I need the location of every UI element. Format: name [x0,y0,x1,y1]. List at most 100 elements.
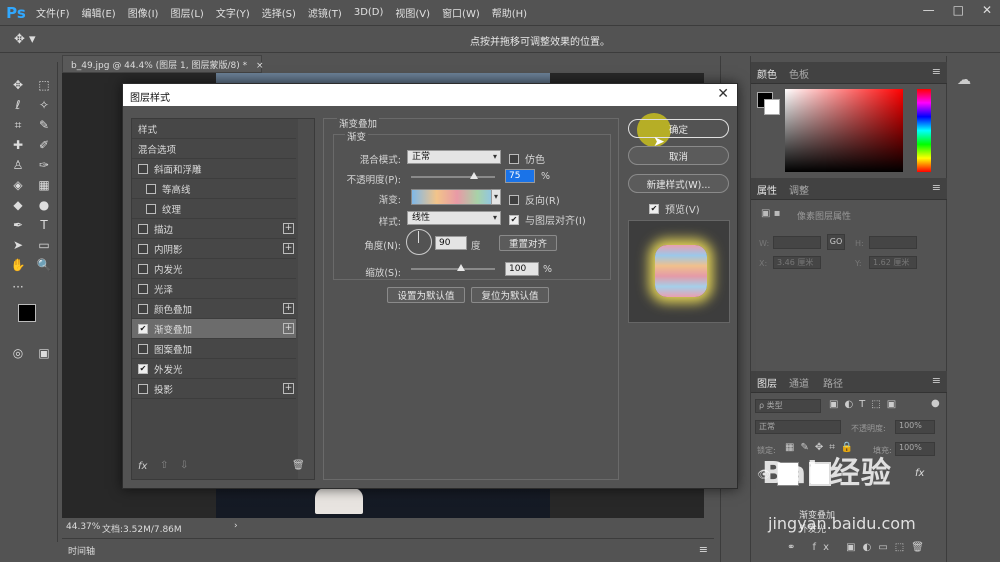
align-layer-option[interactable]: ✔ 与图层对齐(I) [509,212,586,227]
style-item-stroke[interactable]: 描边 + [132,219,296,239]
filter-toggle-icon[interactable]: ● [931,398,940,409]
add-gradient-overlay-icon[interactable]: + [283,323,294,334]
gradient-overlay-checkbox[interactable]: ✔ [138,323,148,334]
preview-option[interactable]: ✔ 预览(V) [649,201,700,216]
timeline-label[interactable]: 时间轴 [68,544,95,557]
prop-x-input[interactable]: 3.46 厘米 [773,256,821,269]
screen-mode-icon[interactable]: ▣ [34,344,54,362]
tab-color[interactable]: 颜色 [757,66,777,81]
layers-panel-menu-icon[interactable]: ≡ [932,374,941,387]
menu-layer[interactable]: 图层(L) [164,5,209,20]
new-style-button[interactable]: 新建样式(W)... [628,174,729,193]
eraser-tool-icon[interactable]: ◈ [8,176,28,194]
style-item-texture[interactable]: 纹理 [132,199,296,219]
gradient-picker[interactable] [411,189,495,205]
close-window-button[interactable]: ✕ [982,3,992,17]
reset-default-button[interactable]: 复位为默认值 [471,287,549,303]
inner-shadow-checkbox[interactable] [138,243,148,254]
gradient-dropdown-icon[interactable]: ▾ [491,189,501,205]
trash-icon[interactable]: 🗑 [292,460,305,471]
stroke-checkbox[interactable] [138,223,148,234]
history-brush-icon[interactable]: ✑ [34,156,54,174]
texture-checkbox[interactable] [146,203,156,214]
menu-help[interactable]: 帮助(H) [486,5,533,20]
pattern-overlay-checkbox[interactable] [138,343,148,354]
color-bg-swatch[interactable] [764,99,780,115]
move-up-icon[interactable]: ⇧ [160,460,168,471]
dither-option[interactable]: 仿色 [509,151,545,166]
style-item-gradient-overlay[interactable]: ✔ 渐变叠加 + [132,319,296,339]
crop-tool-icon[interactable]: ⌗ [8,116,28,134]
ok-button[interactable]: 确定 [628,119,729,138]
add-color-overlay-icon[interactable]: + [283,303,294,314]
layer-filter-icons[interactable]: ▣◐T⬚▣ [829,399,902,410]
dodge-tool-icon[interactable]: ● [34,196,54,214]
eyedropper-icon[interactable]: ✎ [34,116,54,134]
menu-3d[interactable]: 3D(D) [348,7,390,18]
style-item-color-overlay[interactable]: 颜色叠加 + [132,299,296,319]
pen-tool-icon[interactable]: ✒ [8,216,28,234]
menu-select[interactable]: 选择(S) [256,5,302,20]
lasso-tool-icon[interactable]: ℓ [8,96,28,114]
style-item-contour[interactable]: 等高线 [132,179,296,199]
prop-w-input[interactable] [773,236,821,249]
layers-opacity-input[interactable]: 100% [895,420,935,434]
set-default-button[interactable]: 设置为默认值 [387,287,465,303]
prop-h-input[interactable] [869,236,917,249]
style-item-inner-shadow[interactable]: 内阴影 + [132,239,296,259]
preview-checkbox[interactable]: ✔ [649,203,659,214]
tab-swatches[interactable]: 色板 [789,66,809,81]
properties-panel-menu-icon[interactable]: ≡ [932,181,941,194]
scale-slider-thumb[interactable] [457,264,466,271]
inner-glow-checkbox[interactable] [138,263,148,274]
shape-tool-icon[interactable]: ▭ [34,236,54,254]
link-wh-button[interactable]: GO [827,234,845,250]
gradient-tool-icon[interactable]: ▦ [34,176,54,194]
fx-menu-icon[interactable]: fx [138,461,147,472]
document-tab[interactable]: b_49.jpg @ 44.4% (图层 1, 图层蒙版/8) * × [62,55,264,73]
menu-file[interactable]: 文件(F) [30,5,76,20]
type-tool-icon[interactable]: T [34,216,54,234]
menu-window[interactable]: 窗口(W) [436,5,486,20]
quick-mask-icon[interactable]: ◎ [8,344,28,362]
menu-type[interactable]: 文字(Y) [210,5,256,20]
layers-blend-mode-select[interactable]: 正常 [755,420,841,434]
color-picker-field[interactable] [785,89,903,172]
color-panel-menu-icon[interactable]: ≡ [932,65,941,78]
move-icon[interactable]: ✥ ▾ [14,32,36,47]
cancel-button[interactable]: 取消 [628,146,729,165]
outer-glow-checkbox[interactable]: ✔ [138,363,148,374]
dither-checkbox[interactable] [509,153,519,164]
tab-adjustments[interactable]: 调整 [789,182,809,197]
tab-channels[interactable]: 通道 [789,375,809,390]
reverse-checkbox[interactable] [509,194,519,205]
cloud-libraries-icon[interactable]: ☁ [957,72,971,88]
angle-input[interactable]: 90 [435,236,467,250]
zoom-tool-icon[interactable]: 🔍 [34,256,54,274]
style-item-drop-shadow[interactable]: 投影 + [132,379,296,399]
scale-slider-track[interactable] [411,268,495,270]
stamp-tool-icon[interactable]: ♙ [8,156,28,174]
contour-checkbox[interactable] [146,183,156,194]
angle-dial[interactable] [406,229,432,255]
opacity-input[interactable]: 75 [505,169,535,183]
add-stroke-icon[interactable]: + [283,223,294,234]
style-item-bevel-emboss[interactable]: 斜面和浮雕 [132,159,296,179]
move-down-icon[interactable]: ⇩ [180,460,188,471]
style-item-pattern-overlay[interactable]: 图案叠加 [132,339,296,359]
opacity-slider-thumb[interactable] [470,172,478,179]
gradient-style-select[interactable]: 线性 ▾ [407,211,501,225]
styles-list-scrollbar[interactable] [298,119,314,479]
timeline-menu-icon[interactable]: ≡ [699,543,708,556]
dialog-close-icon[interactable]: ✕ [717,86,729,102]
scale-input[interactable]: 100 [505,262,539,276]
bevel-checkbox[interactable] [138,163,148,174]
style-item-satin[interactable]: 光泽 [132,279,296,299]
tab-paths[interactable]: 路径 [823,375,843,390]
satin-checkbox[interactable] [138,283,148,294]
brush-tool-icon[interactable]: ✐ [34,136,54,154]
style-item-inner-glow[interactable]: 内发光 [132,259,296,279]
tab-close-icon[interactable]: × [256,61,264,71]
hand-tool-icon[interactable]: ✋ [8,256,28,274]
magic-wand-icon[interactable]: ✧ [34,96,54,114]
